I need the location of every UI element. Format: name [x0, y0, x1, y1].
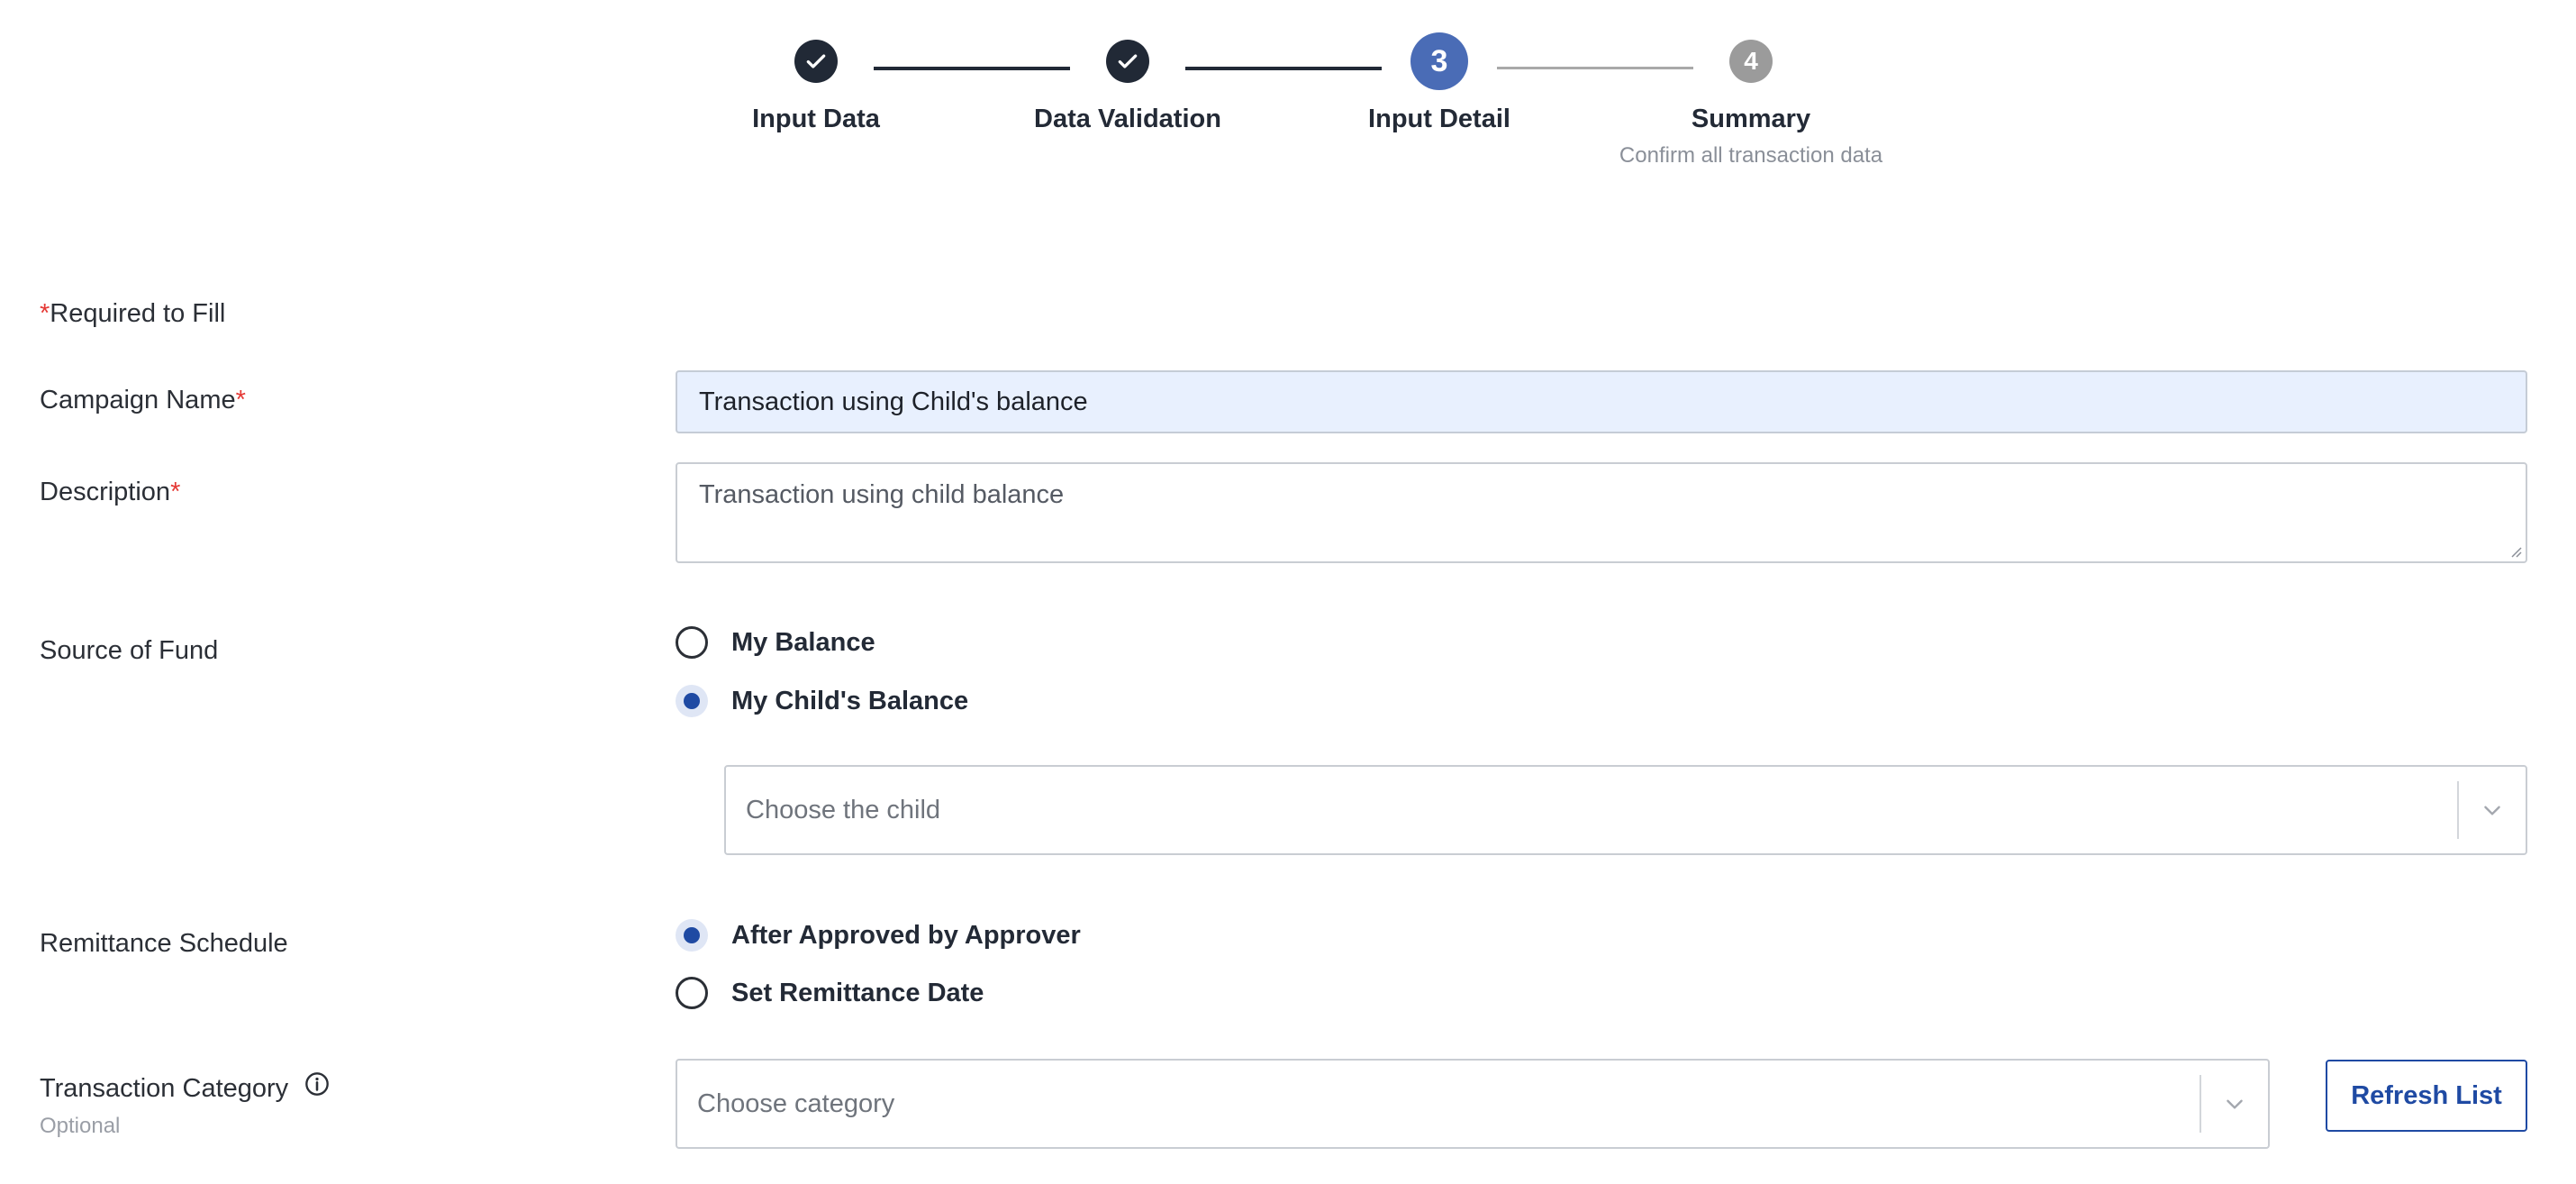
campaign-name-input[interactable]: Transaction using Child's balance [676, 370, 2527, 433]
radio-my-childs-balance-label: My Child's Balance [731, 686, 969, 715]
progress-stepper: Input Data Data Validation 3 Input Detai… [0, 0, 2576, 216]
step-1-label: Input Data [752, 105, 880, 133]
child-select-placeholder: Choose the child [746, 795, 941, 824]
source-of-fund-label: Source of Fund [40, 636, 219, 665]
step-input-detail[interactable]: 3 Input Detail [1295, 32, 1583, 134]
required-asterisk: * [40, 299, 50, 328]
step-data-validation[interactable]: Data Validation [984, 40, 1272, 134]
radio-set-remittance-date-label: Set Remittance Date [731, 978, 984, 1007]
description-label-text: Description [40, 478, 171, 506]
transaction-category-label: Transaction Category [40, 1071, 330, 1104]
required-note-text: Required to Fill [50, 299, 226, 328]
step-4-label: Summary [1691, 105, 1811, 133]
description-value: Transaction using child balance [699, 480, 1065, 509]
required-asterisk: * [235, 386, 246, 414]
check-icon [1118, 54, 1138, 68]
step-input-data[interactable]: Input Data [672, 40, 960, 134]
step-1-circle [794, 40, 838, 83]
step-3-label: Input Detail [1368, 105, 1510, 133]
step-4-circle: 4 [1729, 40, 1773, 83]
radio-my-balance[interactable]: My Balance [676, 626, 875, 659]
radio-my-balance-label: My Balance [731, 627, 875, 657]
transaction-category-optional: Optional [40, 1114, 121, 1138]
radio-set-remittance-date[interactable]: Set Remittance Date [676, 977, 984, 1009]
resize-grip-icon[interactable] [2508, 543, 2522, 558]
refresh-list-button[interactable]: Refresh List [2326, 1060, 2527, 1132]
campaign-name-value: Transaction using Child's balance [699, 387, 1088, 416]
child-select[interactable]: Choose the child [724, 765, 2527, 855]
input-detail-page: Input Data Data Validation 3 Input Detai… [0, 0, 2576, 1184]
check-icon [806, 54, 826, 68]
info-icon[interactable] [304, 1071, 330, 1104]
campaign-name-label-text: Campaign Name [40, 386, 236, 414]
required-asterisk: * [170, 478, 181, 506]
step-2-circle [1106, 40, 1149, 83]
radio-button[interactable] [676, 626, 708, 659]
chevron-down-icon[interactable] [2459, 767, 2526, 853]
radio-button[interactable] [676, 919, 708, 952]
campaign-name-label: Campaign Name* [40, 386, 246, 415]
radio-my-childs-balance[interactable]: My Child's Balance [676, 685, 968, 717]
step-2-label: Data Validation [1034, 105, 1221, 133]
required-note: *Required to Fill [40, 299, 225, 329]
step-summary[interactable]: 4 Summary Confirm all transaction data [1607, 40, 1895, 168]
radio-after-approved-label: After Approved by Approver [731, 920, 1081, 950]
step-3-circle: 3 [1410, 32, 1468, 90]
description-label: Description* [40, 478, 180, 507]
chevron-down-icon[interactable] [2201, 1061, 2268, 1147]
transaction-category-label-text: Transaction Category [40, 1074, 289, 1103]
step-4-subtitle: Confirm all transaction data [1619, 143, 1883, 168]
category-select-placeholder: Choose category [697, 1088, 895, 1118]
radio-after-approved[interactable]: After Approved by Approver [676, 919, 1081, 952]
radio-button[interactable] [676, 977, 708, 1009]
category-select[interactable]: Choose category [676, 1059, 2270, 1149]
radio-button[interactable] [676, 685, 708, 717]
remittance-schedule-label: Remittance Schedule [40, 929, 288, 958]
description-textarea[interactable]: Transaction using child balance [676, 462, 2527, 563]
